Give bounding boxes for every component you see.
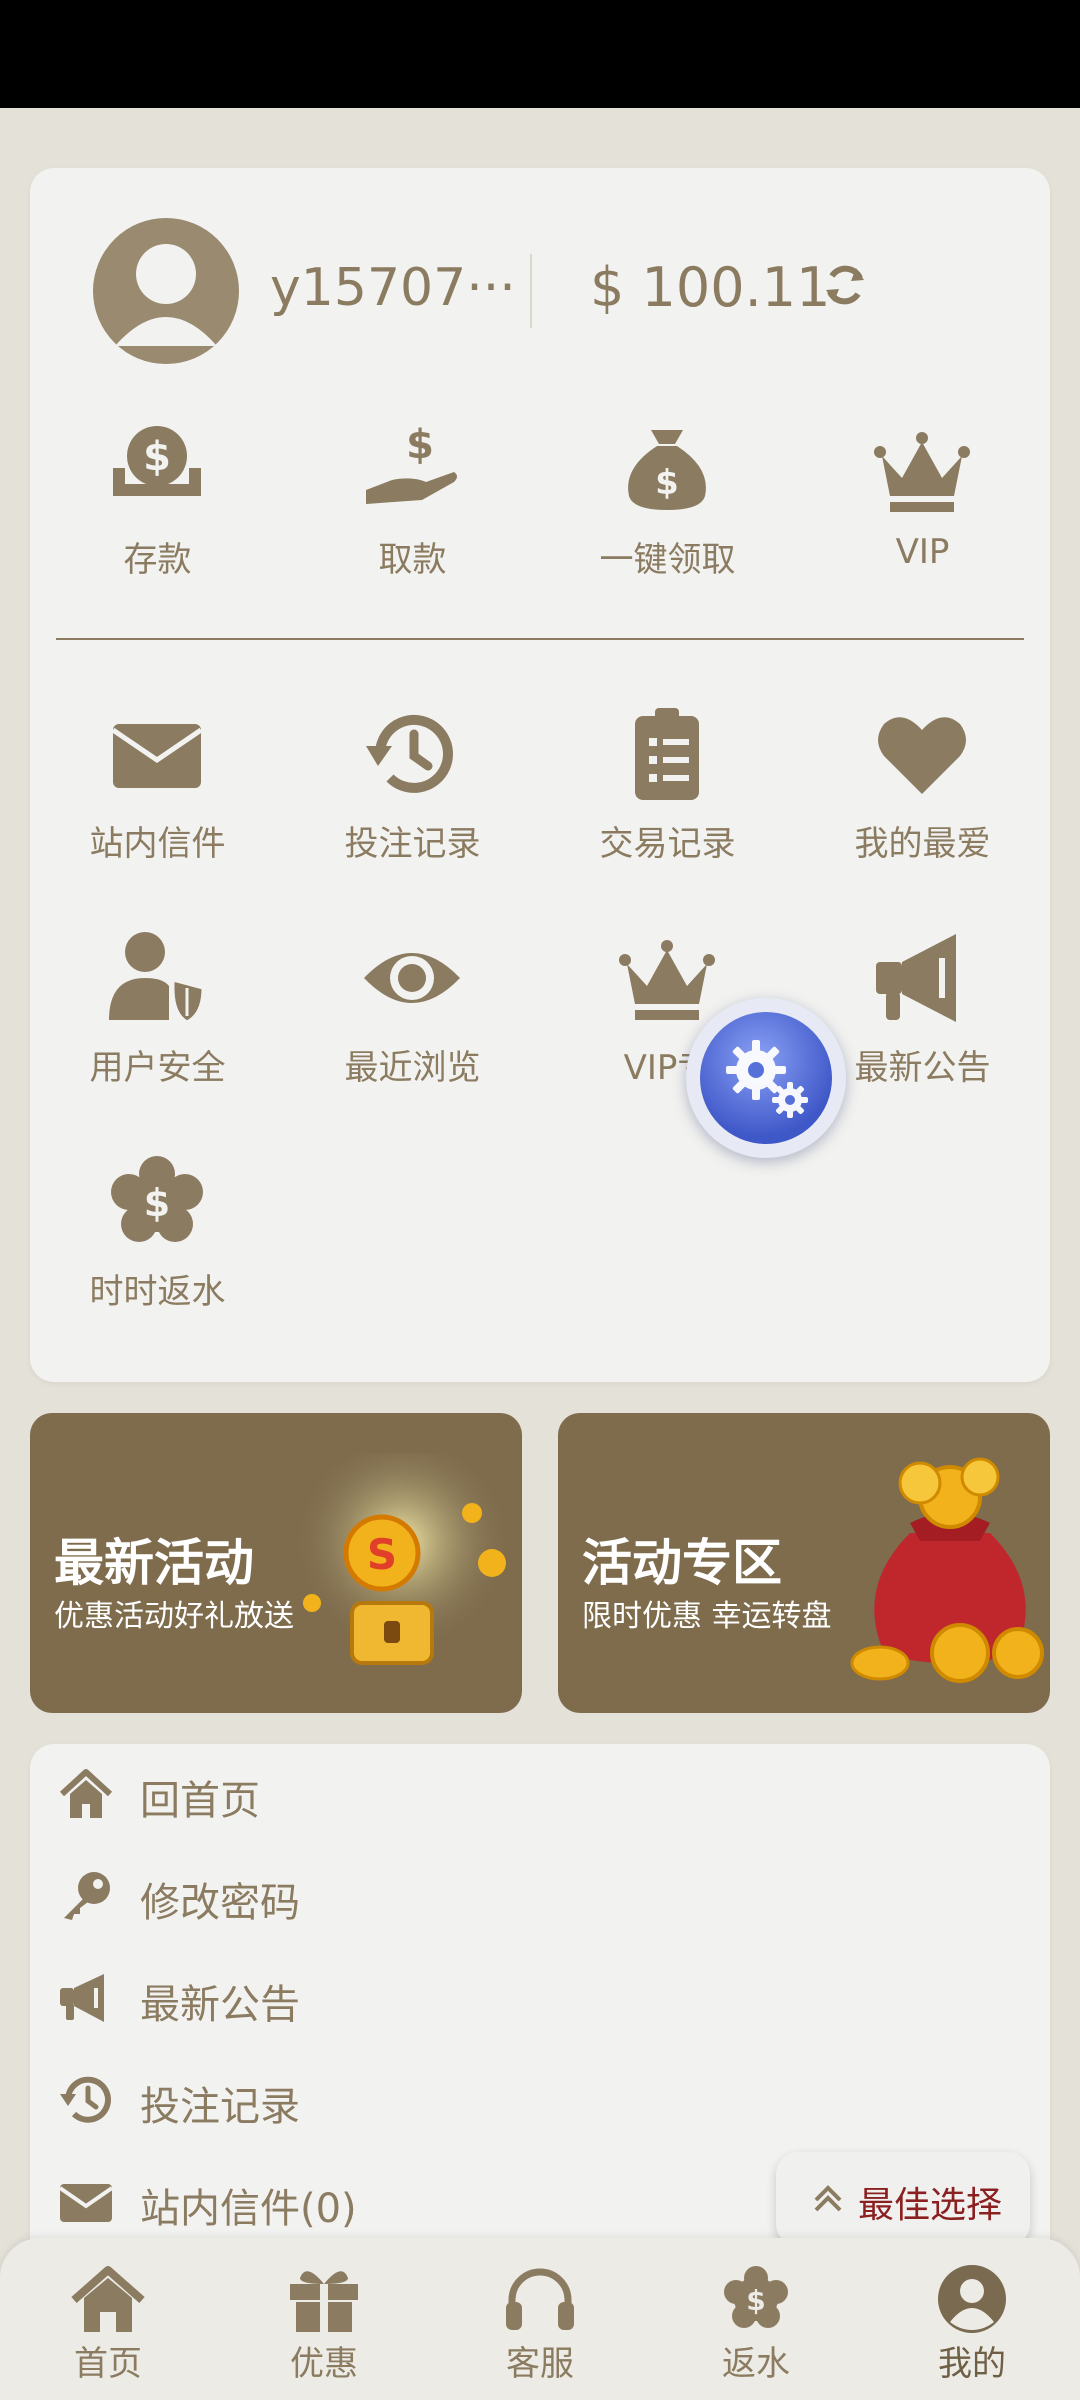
megaphone-icon (60, 1974, 104, 2022)
user-avatar-icon (115, 244, 217, 346)
gift-icon (290, 2271, 358, 2332)
feature-label: 投注记录 (344, 824, 481, 864)
feature-security[interactable]: 用户安全 (30, 928, 285, 1098)
feature-bet-history[interactable]: 投注记录 (285, 704, 540, 874)
banner-promo-zone[interactable]: 活动专区 限时优惠 幸运转盘 (558, 1413, 1050, 1713)
banner-subtitle: 优惠活动好礼放送 (54, 1599, 294, 1634)
best-choice-label: 最佳选择 (858, 2185, 1003, 2226)
header-divider (530, 254, 532, 328)
deposit-label: 存款 (123, 540, 192, 580)
vip-button[interactable]: VIP (795, 420, 1050, 590)
menu-item-change-password[interactable]: 修改密码 (30, 1846, 1050, 1946)
tab-home[interactable]: 首页 (0, 2238, 216, 2400)
history-icon (366, 714, 453, 793)
balance: $ 100.11 (590, 256, 831, 319)
status-bar (0, 0, 1080, 108)
headset-icon (506, 2268, 574, 2330)
user-shield-icon (109, 932, 205, 1024)
envelope-icon (58, 2184, 114, 2222)
username: y15707··· (270, 258, 516, 318)
withdraw-label: 取款 (378, 540, 447, 580)
home-icon (59, 1769, 113, 1818)
floating-button-face (700, 1012, 832, 1144)
heart-icon (878, 717, 966, 794)
gears-icon (726, 1040, 808, 1118)
envelope-icon (111, 724, 203, 788)
feature-label: 最近浏览 (344, 1048, 481, 1088)
svg-text:$: $ (655, 463, 679, 503)
svg-text:$: $ (143, 434, 171, 480)
treasure-chest-icon: S (292, 1453, 512, 1665)
deposit-icon: $ (113, 426, 201, 496)
tab-label: 客服 (506, 2344, 574, 2384)
feature-favorites[interactable]: 我的最爱 (795, 704, 1050, 874)
section-divider (56, 638, 1024, 640)
bottom-tab-bar: 首页 优惠 客服 $ 返水 我的 (0, 2238, 1080, 2400)
money-bag-icon: $ (628, 430, 706, 510)
menu-item-label: 投注记录 (140, 2084, 300, 2130)
home-icon (71, 2266, 145, 2332)
coin-bag-icon (850, 1457, 1044, 1683)
cashback-icon: $ (111, 1156, 203, 1242)
svg-text:$: $ (746, 2284, 765, 2317)
user-circle-icon (938, 2265, 1006, 2333)
banner-subtitle: 限时优惠 幸运转盘 (582, 1599, 832, 1634)
floating-settings-button[interactable] (686, 998, 846, 1158)
chevron-up-double-icon (814, 2185, 842, 2212)
tab-label: 返水 (722, 2344, 790, 2384)
menu-item-announcements[interactable]: 最新公告 (30, 1948, 1050, 2048)
avatar[interactable] (93, 218, 239, 364)
feature-label: 站内信件 (89, 824, 226, 864)
feature-label: 我的最爱 (854, 824, 991, 864)
feature-messages[interactable]: 站内信件 (30, 704, 285, 874)
best-choice-button[interactable]: 最佳选择 (776, 2152, 1030, 2246)
tab-support[interactable]: 客服 (432, 2238, 648, 2400)
crown-icon (874, 432, 970, 512)
banner-title: 最新活动 (54, 1534, 254, 1592)
menu-item-label: 站内信件(0) (140, 2186, 357, 2232)
eye-icon (364, 953, 460, 1003)
menu-item-label: 回首页 (140, 1778, 260, 1824)
megaphone-icon (876, 934, 956, 1022)
tab-cashback[interactable]: $ 返水 (648, 2238, 864, 2400)
menu-item-bet-history[interactable]: 投注记录 (30, 2050, 1050, 2150)
history-icon (60, 2076, 111, 2123)
menu-item-home[interactable]: 回首页 (30, 1744, 1050, 1844)
feature-cashback[interactable]: $ 时时返水 (30, 1152, 285, 1322)
feature-transactions[interactable]: 交易记录 (540, 704, 795, 874)
tab-mine[interactable]: 我的 (864, 2238, 1080, 2400)
vip-label: VIP (895, 532, 950, 572)
menu-item-label: 修改密码 (140, 1880, 300, 1926)
banner-latest-events[interactable]: 最新活动 优惠活动好礼放送 S (30, 1413, 522, 1713)
feature-label: 交易记录 (599, 824, 736, 864)
withdraw-icon: $ (366, 422, 457, 504)
key-icon (64, 1872, 110, 1920)
tab-label: 首页 (74, 2344, 142, 2384)
svg-text:S: S (367, 1530, 397, 1579)
claim-all-label: 一键领取 (599, 540, 736, 580)
refresh-icon[interactable] (820, 260, 870, 310)
tab-label: 优惠 (290, 2344, 358, 2384)
svg-text:$: $ (144, 1181, 170, 1225)
cashback-icon: $ (724, 2266, 788, 2328)
feature-label: 用户安全 (89, 1048, 226, 1088)
banner-title: 活动专区 (582, 1534, 782, 1592)
user-card: y15707··· $ 100.11 $ 存款 $ 取款 $ 一键领取 VIP … (30, 168, 1050, 1382)
menu-item-label: 最新公告 (140, 1982, 300, 2028)
feature-label: 时时返水 (89, 1272, 226, 1312)
deposit-button[interactable]: $ 存款 (30, 420, 285, 590)
svg-text:$: $ (406, 422, 434, 468)
clipboard-list-icon (635, 708, 699, 800)
tab-promotions[interactable]: 优惠 (216, 2238, 432, 2400)
feature-recent[interactable]: 最近浏览 (285, 928, 540, 1098)
withdraw-button[interactable]: $ 取款 (285, 420, 540, 590)
tab-label: 我的 (938, 2344, 1006, 2384)
claim-all-button[interactable]: $ 一键领取 (540, 420, 795, 590)
